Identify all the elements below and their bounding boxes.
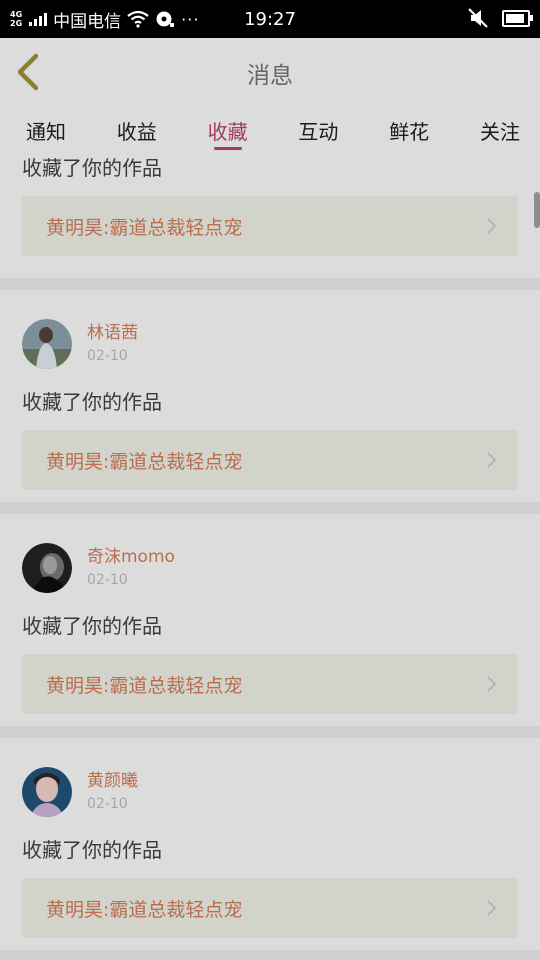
list-item: 收藏了你的作品 黄明昊:霸道总裁轻点宠 <box>0 156 540 278</box>
status-bar: 4G 2G 中国电信 ··· 19:27 <box>0 0 540 38</box>
carrier-name: 中国电信 <box>53 11 122 32</box>
tab-favorites[interactable]: 收藏 <box>200 104 256 152</box>
tab-notifications[interactable]: 通知 <box>18 104 74 152</box>
timestamp: 02-10 <box>87 572 128 588</box>
chevron-right-icon <box>487 218 496 234</box>
action-text: 收藏了你的作品 <box>22 838 162 862</box>
chevron-right-icon <box>487 452 496 468</box>
tab-flowers[interactable]: 鲜花 <box>381 104 437 152</box>
divider <box>0 502 540 514</box>
work-title: 黄明昊:霸道总裁轻点宠 <box>46 898 243 921</box>
chevron-right-icon <box>487 900 496 916</box>
list-item: 林语茜 02-10 收藏了你的作品 黄明昊:霸道总裁轻点宠 <box>0 290 540 502</box>
more-status-icons: ··· <box>181 9 200 29</box>
avatar[interactable] <box>22 543 72 593</box>
list-item: 黄颜曦 02-10 收藏了你的作品 黄明昊:霸道总裁轻点宠 <box>0 738 540 950</box>
work-title: 黄明昊:霸道总裁轻点宠 <box>46 216 243 239</box>
work-title: 黄明昊:霸道总裁轻点宠 <box>46 450 243 473</box>
tab-earnings[interactable]: 收益 <box>109 104 165 152</box>
username[interactable]: 奇沫momo <box>87 547 175 567</box>
wifi-icon <box>127 10 149 28</box>
signal-icon <box>29 12 48 26</box>
page-title: 消息 <box>247 63 293 89</box>
action-text: 收藏了你的作品 <box>22 614 162 638</box>
work-link[interactable]: 黄明昊:霸道总裁轻点宠 <box>22 878 518 938</box>
work-link[interactable]: 黄明昊:霸道总裁轻点宠 <box>22 196 518 256</box>
work-link[interactable]: 黄明昊:霸道总裁轻点宠 <box>22 654 518 714</box>
username[interactable]: 黄颜曦 <box>87 771 138 791</box>
tab-follows[interactable]: 关注 <box>472 104 528 152</box>
battery-icon <box>502 9 533 27</box>
avatar[interactable] <box>22 767 72 817</box>
chevron-right-icon <box>487 676 496 692</box>
favorites-feed[interactable]: 收藏了你的作品 黄明昊:霸道总裁轻点宠 林语茜 02-10 收藏了你的作品 黄明… <box>0 152 540 960</box>
nav-bar: 消息 <box>0 38 540 105</box>
scrollbar-thumb[interactable] <box>534 192 540 228</box>
divider <box>0 950 540 960</box>
sync-icon <box>156 11 175 27</box>
list-item: 奇沫momo 02-10 收藏了你的作品 黄明昊:霸道总裁轻点宠 <box>0 514 540 726</box>
network-type-indicator: 4G 2G <box>10 10 23 28</box>
avatar[interactable] <box>22 319 72 369</box>
timestamp: 02-10 <box>87 796 128 812</box>
action-text: 收藏了你的作品 <box>22 156 162 180</box>
divider <box>0 726 540 738</box>
work-title: 黄明昊:霸道总裁轻点宠 <box>46 674 243 697</box>
username[interactable]: 林语茜 <box>87 323 138 343</box>
action-text: 收藏了你的作品 <box>22 390 162 414</box>
message-tabs: 通知 收益 收藏 互动 鲜花 关注 <box>0 104 540 152</box>
work-link[interactable]: 黄明昊:霸道总裁轻点宠 <box>22 430 518 490</box>
mute-icon <box>468 8 488 28</box>
tab-interactions[interactable]: 互动 <box>290 104 346 152</box>
divider <box>0 278 540 290</box>
timestamp: 02-10 <box>87 348 128 364</box>
